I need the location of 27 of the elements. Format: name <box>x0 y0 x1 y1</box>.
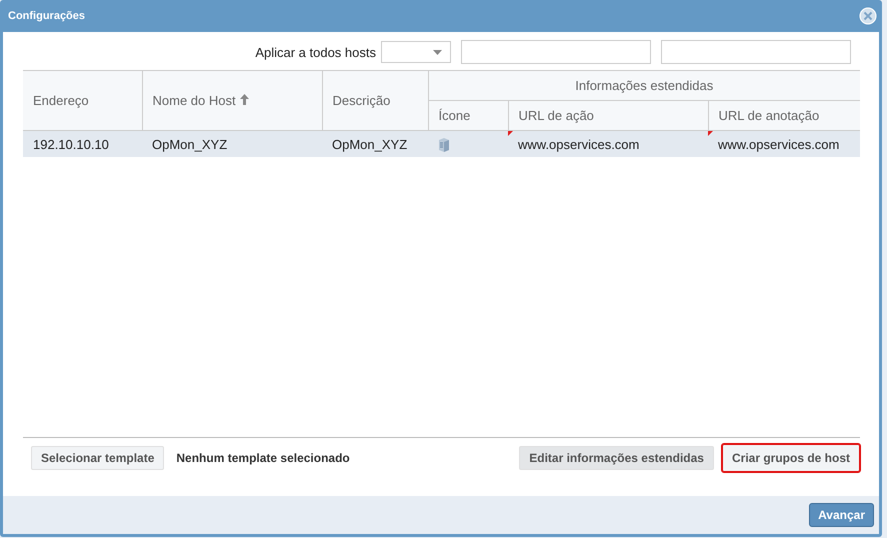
input-field[interactable] <box>661 40 851 64</box>
window-title: Configurações <box>8 10 86 22</box>
column-header[interactable]: Descrição <box>322 70 428 130</box>
column-group-header: Informações estendidas <box>428 70 860 100</box>
column-header[interactable]: Ícone <box>428 100 508 130</box>
next-button[interactable]: Avançar <box>809 503 874 527</box>
table-cell: www.opservices.com <box>508 130 708 157</box>
column-header[interactable]: URL de ação <box>508 100 708 130</box>
caret-icon <box>433 50 442 54</box>
column-header[interactable]: Endereço <box>23 70 142 130</box>
apply-all-label: Aplicar a todos hosts <box>255 44 376 60</box>
column-header[interactable]: URL de anotação <box>708 100 860 130</box>
close-icon[interactable] <box>859 7 877 25</box>
input-field[interactable] <box>461 40 651 64</box>
table-cell: www.opservices.com <box>708 130 860 157</box>
template-status: Nenhum template selecionado <box>176 451 351 465</box>
sort-up-icon <box>240 94 249 105</box>
dropdown[interactable] <box>381 41 451 63</box>
column-header[interactable]: Nome do Host <box>142 70 322 130</box>
table-cell: 192.10.10.10 <box>23 130 142 157</box>
action-button[interactable]: Criar grupos de host <box>722 444 860 472</box>
table-row[interactable]: 192.10.10.10 OpMon_XYZ OpMon_XYZ www.opservices.com www.opservices.com <box>23 130 860 157</box>
server-icon <box>438 136 450 152</box>
table-cell: OpMon_XYZ <box>142 130 322 157</box>
select-template-button[interactable]: Selecionar template <box>31 446 164 470</box>
action-button[interactable]: Editar informações estendidas <box>519 446 714 470</box>
table-cell: OpMon_XYZ <box>322 130 428 157</box>
